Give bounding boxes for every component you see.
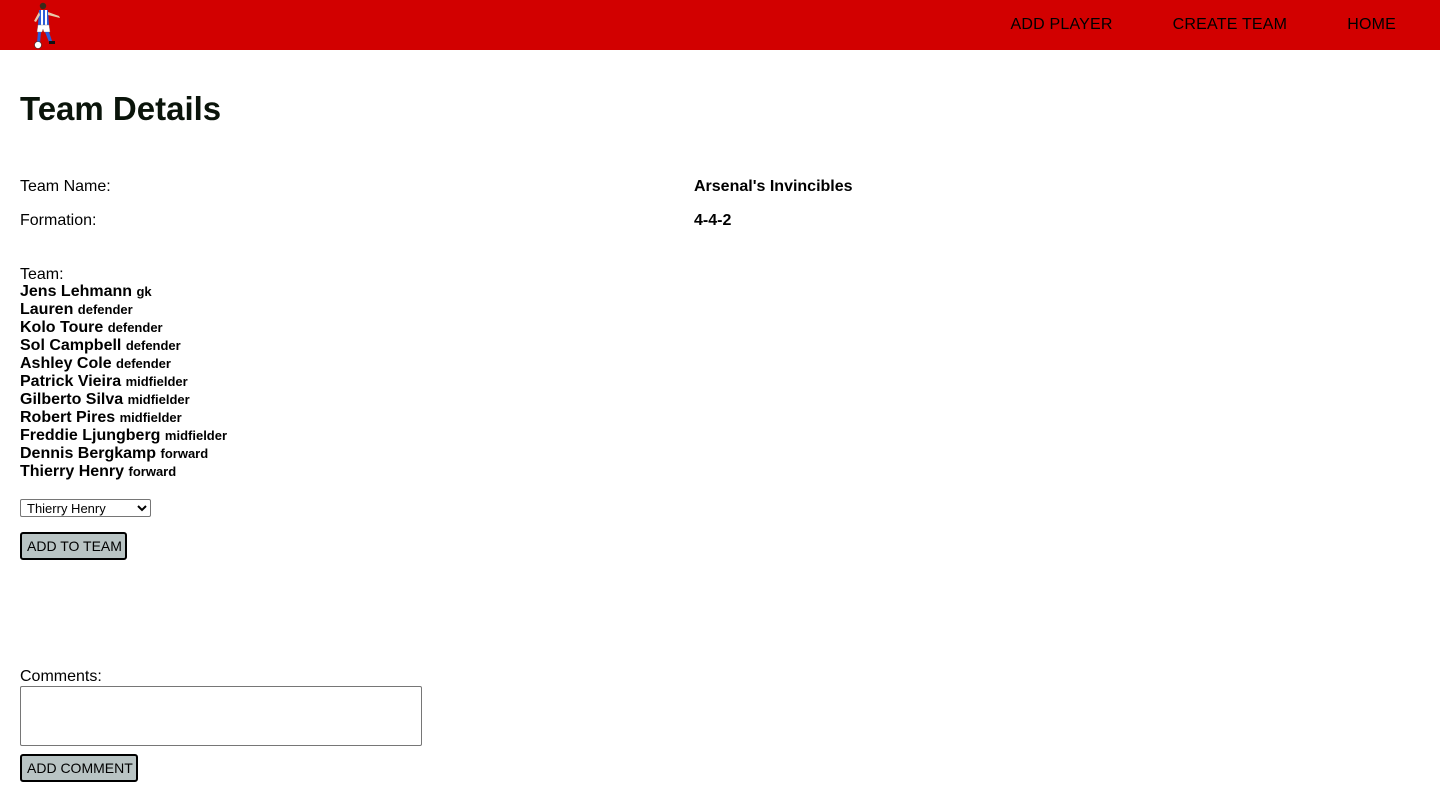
team-name-label: Team Name: (20, 178, 111, 195)
nav-create-team-link[interactable]: CREATE TEAM (1143, 16, 1318, 34)
nav-links: ADD PLAYER CREATE TEAM HOME (980, 0, 1440, 50)
player-name: Gilberto Silva (20, 391, 124, 408)
player-name: Patrick Vieira (20, 373, 122, 390)
player-position: midfielder (125, 374, 188, 389)
player-list-item: Lauren defender (20, 301, 227, 319)
top-navbar: ADD PLAYER CREATE TEAM HOME (0, 0, 1440, 50)
player-name: Thierry Henry (20, 463, 125, 480)
player-name: Kolo Toure (20, 319, 104, 336)
add-to-team-button[interactable]: ADD TO TEAM (20, 532, 127, 560)
player-name: Dennis Bergkamp (20, 445, 157, 462)
player-position: defender (125, 338, 181, 353)
player-position: midfielder (127, 392, 190, 407)
nav-home-link[interactable]: HOME (1317, 16, 1440, 34)
player-position: defender (107, 320, 163, 335)
comments-label: Comments: (20, 668, 102, 685)
team-label: Team: (20, 266, 64, 283)
player-list-item: Freddie Ljungberg midfielder (20, 427, 227, 445)
player-select-dropdown[interactable]: Thierry Henry (20, 499, 151, 517)
soccer-player-logo-icon[interactable] (28, 1, 68, 49)
player-list-item: Ashley Cole defender (20, 355, 227, 373)
player-name: Ashley Cole (20, 355, 112, 372)
player-name: Lauren (20, 301, 74, 318)
add-comment-button[interactable]: ADD COMMENT (20, 754, 138, 782)
nav-add-player-link[interactable]: ADD PLAYER (980, 16, 1142, 34)
formation-value: 4-4-2 (694, 212, 732, 229)
player-position: forward (160, 446, 209, 461)
player-position: defender (77, 302, 133, 317)
page-title: Team Details (20, 90, 222, 127)
player-list-item: Patrick Vieira midfielder (20, 373, 227, 391)
player-list-item: Kolo Toure defender (20, 319, 227, 337)
team-name-value: Arsenal's Invincibles (694, 178, 853, 195)
player-position: forward (128, 464, 177, 479)
player-list-item: Sol Campbell defender (20, 337, 227, 355)
player-name: Freddie Ljungberg (20, 427, 161, 444)
player-position: gk (136, 284, 152, 299)
player-position: midfielder (119, 410, 182, 425)
player-position: midfielder (164, 428, 228, 443)
player-list: Jens Lehmann gk Lauren defender Kolo Tou… (20, 283, 227, 481)
player-name: Jens Lehmann (20, 283, 133, 300)
formation-label: Formation: (20, 212, 97, 229)
player-list-item: Dennis Bergkamp forward (20, 445, 227, 463)
player-name: Robert Pires (20, 409, 116, 426)
player-list-item: Thierry Henry forward (20, 463, 227, 481)
player-position: defender (116, 356, 171, 371)
player-list-item: Robert Pires midfielder (20, 409, 227, 427)
player-list-item: Jens Lehmann gk (20, 283, 227, 301)
comments-textarea[interactable] (20, 686, 422, 746)
player-list-item: Gilberto Silva midfielder (20, 391, 227, 409)
player-name: Sol Campbell (20, 337, 122, 354)
